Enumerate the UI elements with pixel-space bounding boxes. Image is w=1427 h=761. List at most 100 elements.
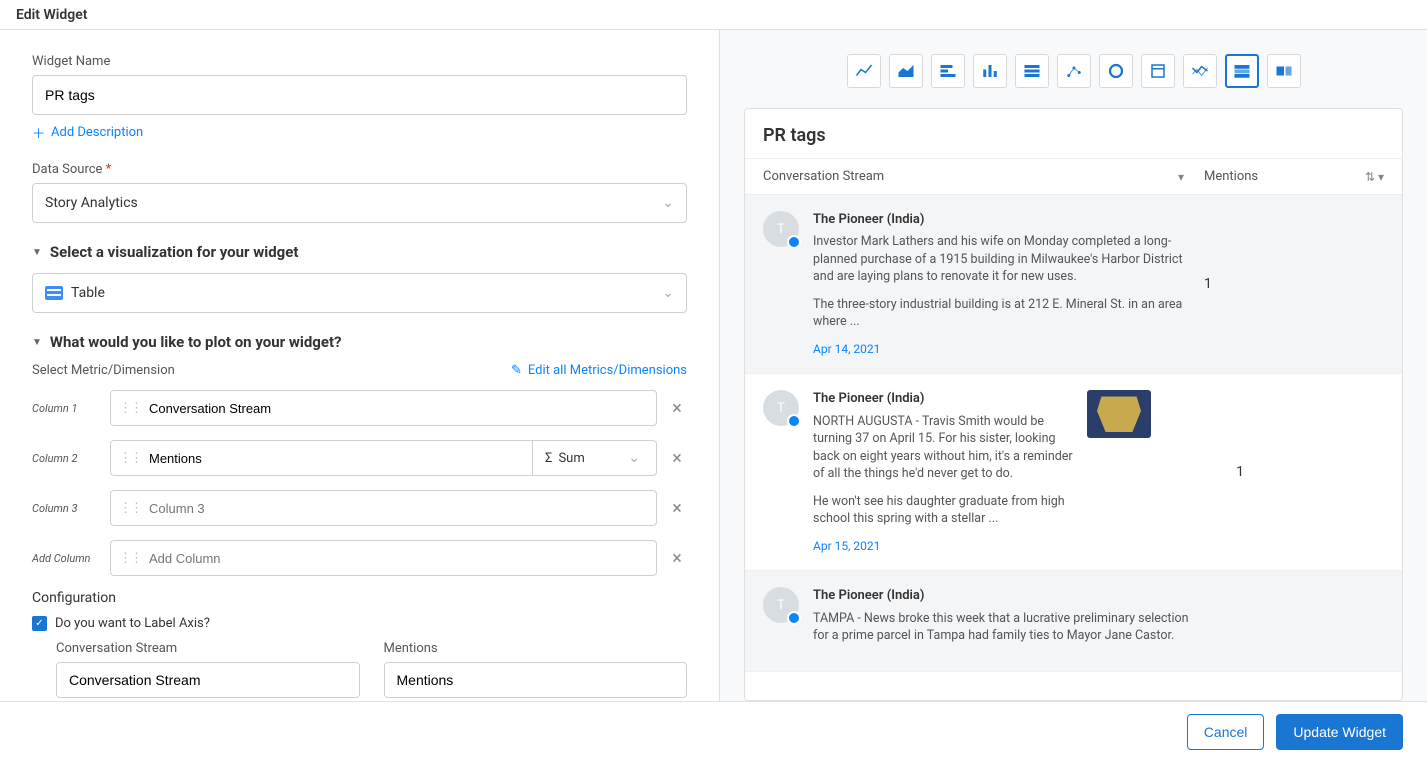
snippet-2: He won't see his daughter graduate from …	[813, 493, 1073, 528]
required-asterisk: *	[106, 162, 112, 177]
source-name: The Pioneer (India)	[813, 211, 1190, 229]
cancel-button[interactable]: Cancel	[1187, 714, 1265, 750]
aggregation-select[interactable]: Σ Sum ⌄	[532, 441, 652, 475]
chevron-down-icon: ⌄	[662, 195, 674, 211]
thumbnail	[1087, 390, 1151, 438]
metric-header: Select Metric/Dimension ✎ Edit all Metri…	[32, 363, 687, 378]
widget-name-input[interactable]	[32, 75, 687, 115]
table-row[interactable]: T The Pioneer (India) NORTH AUGUSTA - Tr…	[745, 374, 1402, 571]
drag-handle-icon[interactable]: ⋮⋮	[119, 401, 141, 416]
preview-title: PR tags	[745, 109, 1402, 158]
row-date: Apr 15, 2021	[813, 538, 1073, 555]
avatar: T	[763, 211, 799, 247]
left-panel: Widget Name ＋ Add Description Data Sourc…	[0, 30, 720, 701]
visualization-group: Table ⌄	[32, 273, 687, 313]
page-title: Edit Widget	[16, 7, 87, 23]
axis2-input[interactable]	[384, 662, 688, 698]
col-stream-header[interactable]: Conversation Stream ▾	[763, 169, 1204, 184]
col-mentions-header[interactable]: Mentions ⇅ ▾	[1204, 169, 1384, 184]
column-1-input-wrap[interactable]: ⋮⋮	[110, 390, 657, 426]
column-1-row: Column 1 ⋮⋮ ×	[32, 390, 687, 426]
chart-type-stream[interactable]	[1225, 54, 1259, 88]
edit-metrics-link[interactable]: ✎ Edit all Metrics/Dimensions	[511, 363, 687, 378]
axis1-label: Conversation Stream	[56, 641, 360, 656]
sigma-icon: Σ	[545, 451, 552, 466]
chevron-down-icon: ⌄	[628, 450, 640, 466]
chart-type-scatter[interactable]	[1057, 54, 1091, 88]
sort-mentions-icon[interactable]: ⇅ ▾	[1365, 170, 1384, 184]
data-source-select[interactable]: Story Analytics ⌄	[32, 183, 687, 223]
visualization-value: Table	[71, 285, 105, 301]
axis1-input[interactable]	[56, 662, 360, 698]
add-description-label: Add Description	[51, 125, 143, 140]
row-body: The Pioneer (India) TAMPA - News broke t…	[813, 587, 1190, 654]
data-source-value: Story Analytics	[45, 195, 138, 211]
column-2-input-wrap[interactable]: ⋮⋮ Σ Sum ⌄	[110, 440, 657, 476]
label-axis-checkbox[interactable]: ✓	[32, 616, 47, 631]
chart-type-donut[interactable]	[1099, 54, 1133, 88]
column-3-label: Column 3	[32, 502, 100, 515]
sort-stream-icon[interactable]: ▾	[1178, 170, 1184, 184]
avatar-badge-icon	[787, 611, 801, 625]
data-source-group: Data Source * Story Analytics ⌄	[32, 162, 687, 223]
chart-type-spark[interactable]	[1183, 54, 1217, 88]
chart-type-split[interactable]	[1267, 54, 1301, 88]
remove-column-3[interactable]: ×	[667, 498, 687, 519]
visualization-section-header[interactable]: ▼ Select a visualization for your widget	[32, 243, 687, 261]
chart-type-area[interactable]	[889, 54, 923, 88]
aggregation-value: Sum	[558, 451, 584, 466]
remove-column-1[interactable]: ×	[667, 398, 687, 419]
mentions-cell: 1	[1165, 390, 1315, 554]
remove-add-column[interactable]: ×	[667, 548, 687, 569]
snippet-2: The three-story industrial building is a…	[813, 296, 1190, 331]
snippet-1: NORTH AUGUSTA - Travis Smith would be tu…	[813, 413, 1073, 483]
visualization-select[interactable]: Table ⌄	[32, 273, 687, 313]
mentions-value: 1	[1236, 464, 1244, 480]
column-3-input[interactable]	[149, 501, 652, 516]
update-widget-button[interactable]: Update Widget	[1276, 714, 1403, 750]
drag-handle-icon[interactable]: ⋮⋮	[119, 501, 141, 516]
chart-type-table[interactable]	[1015, 54, 1049, 88]
widget-name-group: Widget Name ＋ Add Description	[32, 54, 687, 142]
add-column-input-wrap[interactable]: ⋮⋮	[110, 540, 657, 576]
plot-section-header[interactable]: ▼ What would you like to plot on your wi…	[32, 333, 687, 351]
snippet-1: TAMPA - News broke this week that a lucr…	[813, 610, 1190, 645]
label-axis-row[interactable]: ✓ Do you want to Label Axis?	[32, 616, 687, 631]
column-1-label: Column 1	[32, 402, 100, 415]
chart-type-hbar[interactable]	[931, 54, 965, 88]
avatar: T	[763, 587, 799, 623]
data-source-label-text: Data Source	[32, 162, 102, 177]
column-3-input-wrap[interactable]: ⋮⋮	[110, 490, 657, 526]
chart-type-line[interactable]	[847, 54, 881, 88]
footer: Cancel Update Widget	[0, 701, 1427, 761]
main-area: Widget Name ＋ Add Description Data Sourc…	[0, 30, 1427, 701]
chart-type-vbar[interactable]	[973, 54, 1007, 88]
caret-down-icon: ▼	[32, 247, 42, 258]
table-row[interactable]: T The Pioneer (India) TAMPA - News broke…	[745, 571, 1402, 671]
add-description-link[interactable]: ＋ Add Description	[32, 123, 687, 142]
column-2-label: Column 2	[32, 452, 100, 465]
table-icon	[45, 286, 63, 300]
remove-column-2[interactable]: ×	[667, 448, 687, 469]
column-2-input[interactable]	[149, 451, 532, 466]
label-axis-question: Do you want to Label Axis?	[55, 616, 210, 631]
avatar-badge-icon	[787, 235, 801, 249]
caret-down-icon: ▼	[32, 337, 42, 348]
snippet-1: Investor Mark Lathers and his wife on Mo…	[813, 233, 1190, 286]
column-1-input[interactable]	[149, 401, 652, 416]
chart-type-card[interactable]	[1141, 54, 1175, 88]
column-3-row: Column 3 ⋮⋮ ×	[32, 490, 687, 526]
axis-row: Conversation Stream Mentions	[32, 641, 687, 698]
avatar-badge-icon	[787, 414, 801, 428]
col-stream-label: Conversation Stream	[763, 169, 884, 184]
drag-handle-icon[interactable]: ⋮⋮	[119, 551, 141, 566]
row-body: The Pioneer (India) Investor Mark Lather…	[813, 211, 1190, 357]
axis2-label: Mentions	[384, 641, 688, 656]
table-row[interactable]: T The Pioneer (India) Investor Mark Lath…	[745, 195, 1402, 374]
drag-handle-icon[interactable]: ⋮⋮	[119, 451, 141, 466]
preview-card: PR tags Conversation Stream ▾ Mentions ⇅…	[744, 108, 1403, 701]
column-2-row: Column 2 ⋮⋮ Σ Sum ⌄ ×	[32, 440, 687, 476]
plus-icon: ＋	[32, 123, 45, 142]
add-column-input[interactable]	[149, 551, 652, 566]
chart-type-toolbar	[744, 54, 1403, 88]
